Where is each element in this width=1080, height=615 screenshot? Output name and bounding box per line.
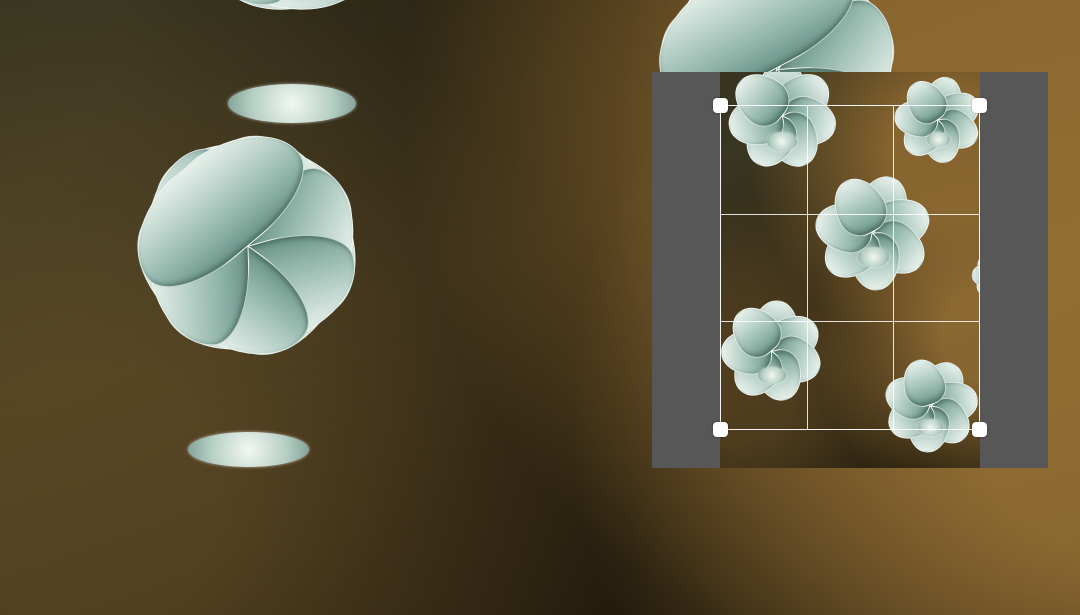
media-edit-dialog: New post Edit Media <box>0 0 1080 615</box>
crop-grid-horizontal-2 <box>721 321 979 323</box>
crop-option-vertical[interactable]: Vertical 4:5 <box>0 0 1080 615</box>
crop-handle-top-right[interactable] <box>972 98 987 113</box>
crop-handle-bottom-left[interactable] <box>713 422 728 437</box>
crop-handle-bottom-right[interactable] <box>972 422 987 437</box>
dialog-body: Media <box>0 0 1080 615</box>
crop-grid-horizontal-1 <box>721 213 979 215</box>
crop-grid-vertical-1 <box>806 106 808 429</box>
crop-options-panel: Crop media <box>0 0 1080 615</box>
crop-grid-vertical-2 <box>892 106 894 429</box>
crop-handle-top-left[interactable] <box>713 98 728 113</box>
crop-option-preview <box>0 0 1080 615</box>
crop-canvas[interactable] <box>652 72 1048 468</box>
crop-selection-box[interactable] <box>713 98 987 437</box>
